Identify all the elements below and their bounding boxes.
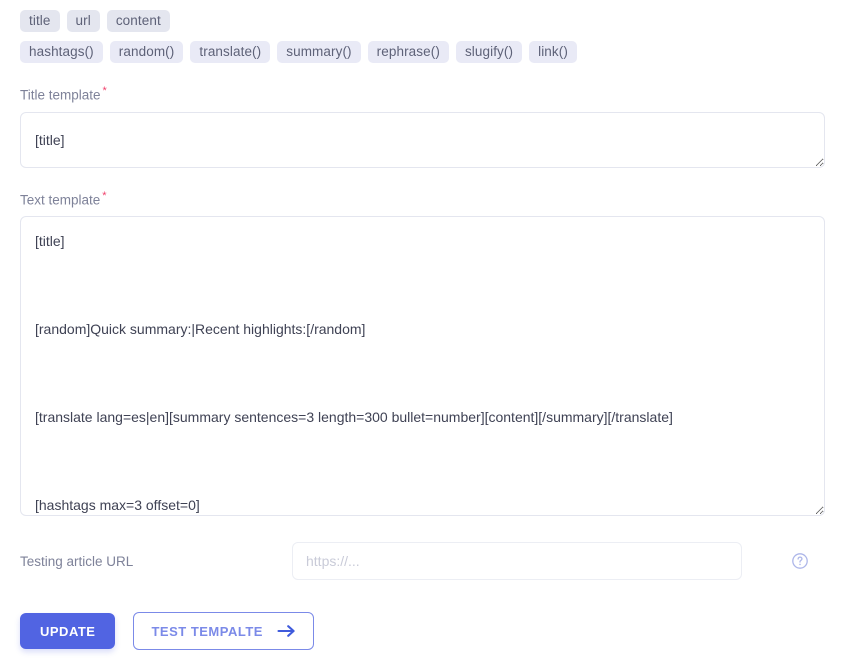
required-marker: * [102,85,107,97]
tag-link[interactable]: link() [529,41,577,63]
update-button[interactable]: UPDATE [20,613,116,649]
tag-title[interactable]: title [20,10,60,32]
tag-hashtags[interactable]: hashtags() [20,41,103,63]
tag-rephrase[interactable]: rephrase() [367,41,449,63]
title-template-input-wrap [20,111,825,168]
variable-tag-row: title url content [20,0,825,32]
action-button-row: UPDATE TEST TEMPALTE [20,612,825,650]
title-template-label: Title template * [20,85,107,103]
test-template-button[interactable]: TEST TEMPALTE [133,612,314,650]
testing-url-label: Testing article URL [20,553,134,569]
function-tag-row: hashtags() random() translate() summary(… [20,32,825,63]
text-template-input-wrap [20,216,825,516]
template-editor-page: title url content hashtags() random() tr… [0,0,845,668]
arrow-right-icon [277,624,296,638]
tag-random[interactable]: random() [109,41,184,63]
text-template-textarea[interactable] [20,216,825,516]
tag-url[interactable]: url [66,10,100,32]
question-circle-icon[interactable] [791,552,809,570]
title-template-field: Title template * [20,85,825,168]
tag-summary[interactable]: summary() [277,41,361,63]
required-marker: * [102,189,107,202]
tag-translate[interactable]: translate() [190,41,271,63]
text-template-label-text: Text template [20,192,101,207]
test-template-button-label: TEST TEMPALTE [151,623,263,639]
title-template-textarea[interactable] [20,111,825,168]
text-template-label: Text template * [20,190,107,208]
testing-url-row: Testing article URL [20,542,825,580]
text-template-field: Text template * [20,190,825,516]
tag-content[interactable]: content [106,10,170,32]
tag-slugify[interactable]: slugify() [455,41,523,63]
testing-url-input[interactable] [292,542,742,580]
title-template-label-text: Title template [20,87,101,103]
